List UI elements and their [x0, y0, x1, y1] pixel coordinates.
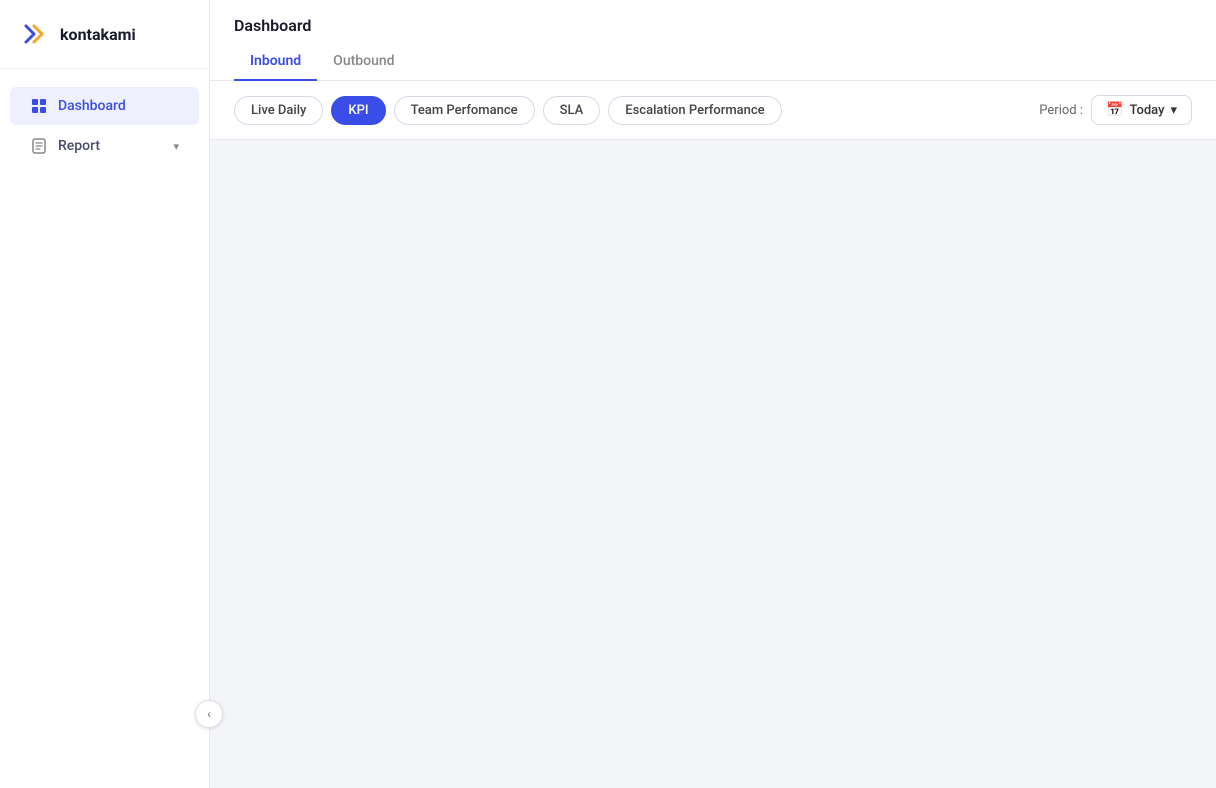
chevron-down-icon: ▾ [1170, 103, 1177, 118]
period-label: Period : [1039, 103, 1083, 118]
report-chevron-icon: ▾ [173, 140, 179, 153]
pill-team-performance[interactable]: Team Perfomance [394, 96, 535, 125]
kontakami-logo [20, 18, 52, 50]
chevron-left-icon: ‹ [207, 707, 211, 721]
pill-escalation-performance[interactable]: Escalation Performance [608, 96, 781, 125]
logo-area: kontakami [0, 0, 209, 69]
tab-outbound[interactable]: Outbound [317, 43, 410, 81]
content-area [210, 140, 1216, 788]
nav-menu: Dashboard Report ▾ [0, 69, 209, 788]
page-title: Dashboard [234, 0, 1192, 43]
period-selector: Period : 📅 Today ▾ [1039, 95, 1192, 125]
dashboard-icon [30, 97, 48, 115]
period-dropdown[interactable]: 📅 Today ▾ [1091, 95, 1192, 125]
pill-sla[interactable]: SLA [543, 96, 601, 125]
calendar-icon: 📅 [1106, 102, 1123, 118]
pill-kpi[interactable]: KPI [331, 96, 385, 125]
filter-pills: Live Daily KPI Team Perfomance SLA Escal… [234, 96, 782, 125]
tabs-row: Inbound Outbound [234, 43, 1192, 80]
sidebar-item-dashboard[interactable]: Dashboard [10, 87, 199, 125]
tab-inbound[interactable]: Inbound [234, 43, 317, 81]
sidebar: kontakami Dashboard [0, 0, 210, 788]
sidebar-item-report-label: Report [58, 138, 100, 154]
period-value: Today [1129, 103, 1164, 118]
sub-nav-area: Live Daily KPI Team Perfomance SLA Escal… [210, 81, 1216, 140]
sidebar-item-dashboard-label: Dashboard [58, 98, 126, 114]
logo-text: kontakami [60, 25, 136, 44]
report-icon [30, 137, 48, 155]
main-content: Dashboard Inbound Outbound Live Daily KP… [210, 0, 1216, 788]
sidebar-item-report[interactable]: Report ▾ [10, 127, 199, 165]
pill-live-daily[interactable]: Live Daily [234, 96, 323, 125]
sidebar-collapse-button[interactable]: ‹ [195, 700, 223, 728]
top-bar: Dashboard Inbound Outbound [210, 0, 1216, 81]
